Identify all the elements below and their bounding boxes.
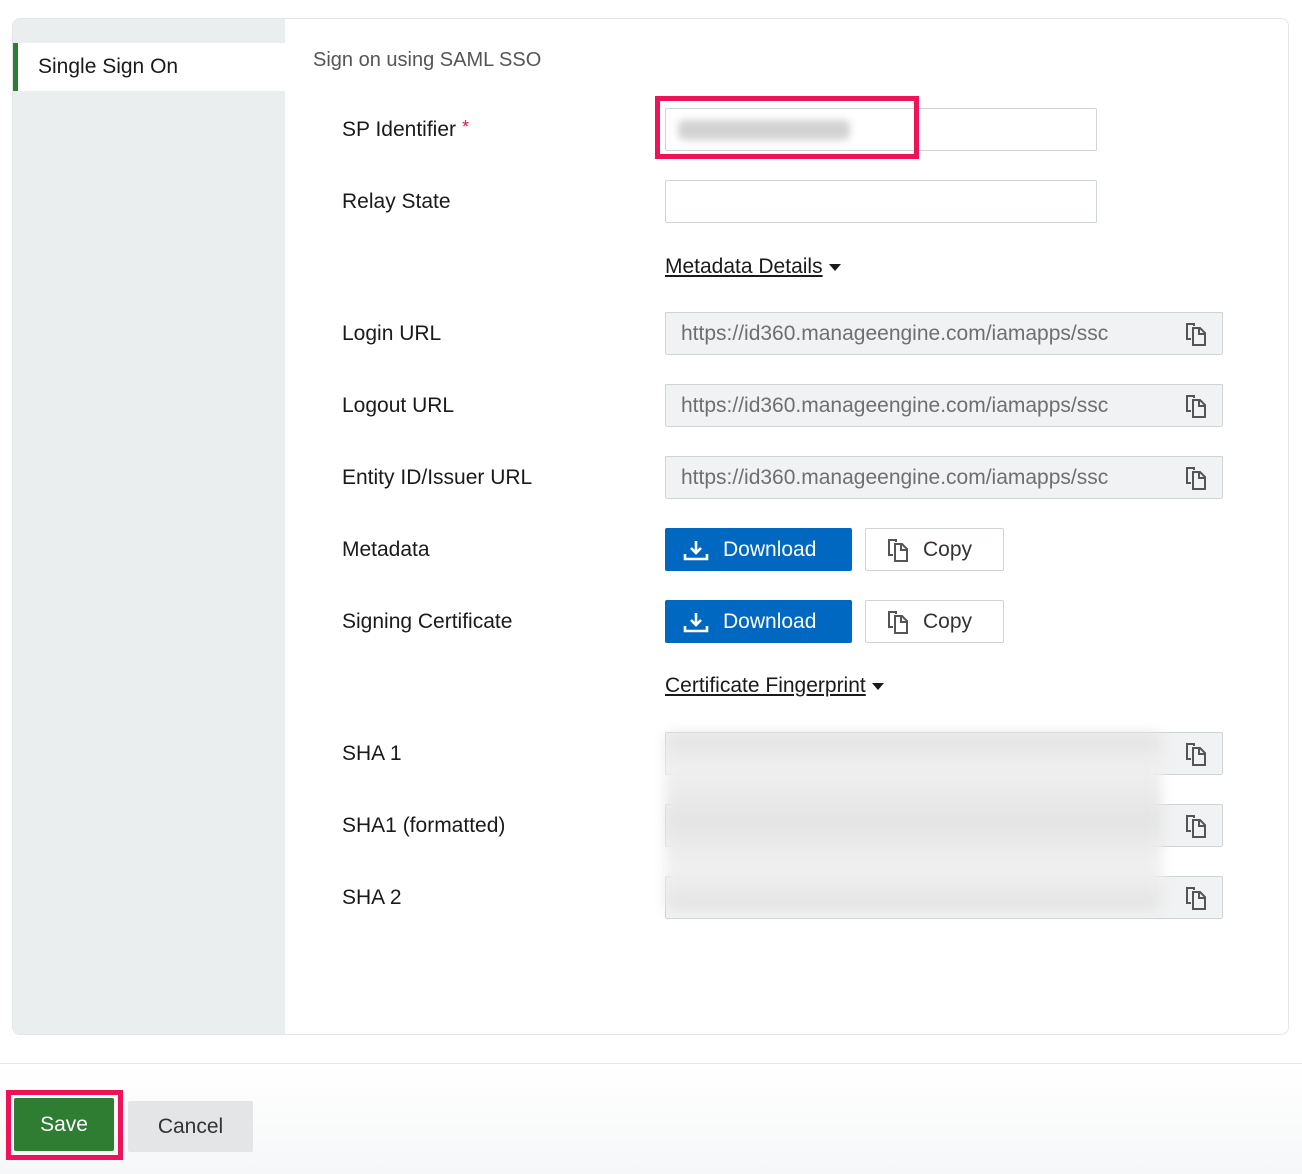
copy-icon [1186, 886, 1206, 910]
sso-settings-card: Single Sign On Sign on using SAML SSO SP… [12, 18, 1289, 1035]
cancel-button[interactable]: Cancel [128, 1101, 253, 1152]
copy-sha1-button[interactable] [1168, 733, 1222, 774]
sha2-row: SHA 2 [285, 876, 1288, 920]
logout-url-label: Logout URL [342, 394, 455, 417]
main-panel: Sign on using SAML SSO SP Identifier * R… [285, 19, 1288, 1034]
metadata-label: Metadata [342, 538, 430, 561]
logout-url-value: https://id360.manageengine.com/iamapps/s… [681, 394, 1109, 417]
sha1-label: SHA 1 [342, 742, 402, 765]
logout-url-row: Logout URL https://id360.manageengine.co… [285, 384, 1288, 428]
sha1-field [665, 732, 1223, 775]
relay-state-row: Relay State [285, 180, 1288, 224]
entity-id-field: https://id360.manageengine.com/iamapps/s… [665, 456, 1223, 499]
login-url-row: Login URL https://id360.manageengine.com… [285, 312, 1288, 356]
entity-id-row: Entity ID/Issuer URL https://id360.manag… [285, 456, 1288, 500]
sp-identifier-label: SP Identifier * [342, 116, 470, 142]
caret-down-icon [871, 682, 884, 690]
copy-icon [1186, 466, 1206, 490]
sha1-formatted-field [665, 804, 1223, 847]
redacted-value [678, 120, 850, 140]
sp-identifier-input[interactable] [665, 108, 1097, 151]
metadata-row: Metadata Download Copy [285, 528, 1288, 572]
copy-icon [1186, 814, 1206, 838]
section-title: Sign on using SAML SSO [313, 49, 542, 71]
copy-icon [885, 537, 909, 563]
relay-state-label: Relay State [342, 190, 451, 213]
sidebar-item-label: Single Sign On [38, 55, 179, 78]
copy-icon [1186, 322, 1206, 346]
sha2-field [665, 876, 1223, 919]
login-url-field: https://id360.manageengine.com/iamapps/s… [665, 312, 1223, 355]
sha1-row: SHA 1 [285, 732, 1288, 776]
copy-logout-url-button[interactable] [1168, 385, 1222, 426]
sha1-formatted-label: SHA1 (formatted) [342, 814, 506, 837]
logout-url-field: https://id360.manageengine.com/iamapps/s… [665, 384, 1223, 427]
signing-certificate-row: Signing Certificate Download Copy [285, 600, 1288, 644]
metadata-copy-button[interactable]: Copy [865, 528, 1004, 571]
copy-sha1-formatted-button[interactable] [1168, 805, 1222, 846]
signing-certificate-label: Signing Certificate [342, 610, 513, 633]
entity-id-label: Entity ID/Issuer URL [342, 466, 533, 489]
sp-identifier-row: SP Identifier * [285, 96, 1288, 159]
download-icon [683, 611, 709, 633]
required-marker: * [462, 116, 470, 137]
metadata-details-toggle[interactable]: Metadata Details [665, 247, 841, 287]
copy-login-url-button[interactable] [1168, 313, 1222, 354]
entity-id-value: https://id360.manageengine.com/iamapps/s… [681, 466, 1109, 489]
sha2-label: SHA 2 [342, 886, 402, 909]
sidebar-item-single-sign-on[interactable]: Single Sign On [13, 43, 285, 91]
login-url-value: https://id360.manageengine.com/iamapps/s… [681, 322, 1109, 345]
metadata-download-button[interactable]: Download [665, 528, 852, 571]
relay-state-input[interactable] [665, 180, 1097, 223]
copy-entity-id-button[interactable] [1168, 457, 1222, 498]
save-button[interactable]: Save [14, 1098, 114, 1151]
certificate-copy-button[interactable]: Copy [865, 600, 1004, 643]
certificate-fingerprint-toggle[interactable]: Certificate Fingerprint [665, 666, 884, 706]
metadata-details-row: Metadata Details [285, 247, 1288, 291]
copy-icon [1186, 742, 1206, 766]
caret-down-icon [828, 263, 841, 271]
certificate-fingerprint-row: Certificate Fingerprint [285, 666, 1288, 710]
copy-icon [1186, 394, 1206, 418]
download-icon [683, 539, 709, 561]
copy-icon [885, 609, 909, 635]
login-url-label: Login URL [342, 322, 442, 345]
certificate-download-button[interactable]: Download [665, 600, 852, 643]
copy-sha2-button[interactable] [1168, 877, 1222, 918]
sidebar: Single Sign On [13, 19, 285, 1034]
sha1-formatted-row: SHA1 (formatted) [285, 804, 1288, 848]
